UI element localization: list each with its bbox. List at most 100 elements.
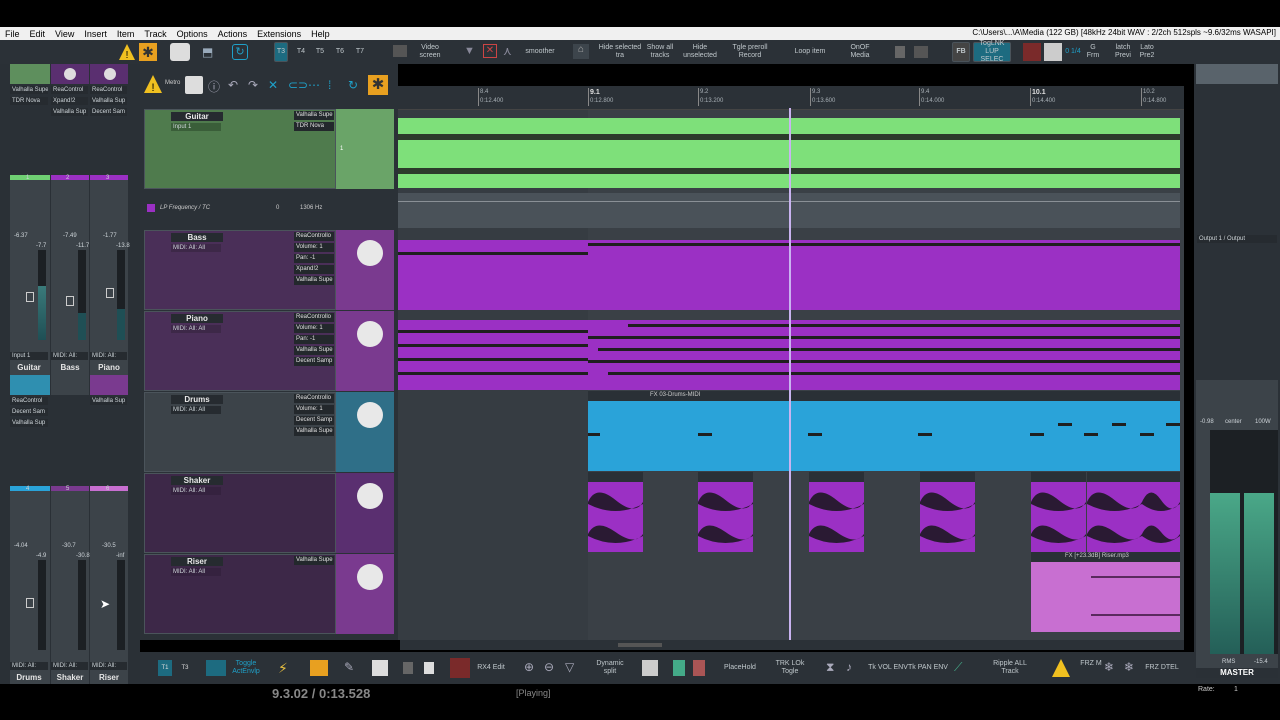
metro-label[interactable]: Metro bbox=[165, 80, 180, 86]
drums-item-header[interactable]: FX 03-Drums-MIDI bbox=[588, 391, 1180, 401]
track-name[interactable]: Guitar bbox=[171, 112, 223, 121]
mixer-fx-slot[interactable]: ReaControl bbox=[90, 86, 127, 94]
track-input[interactable]: MIDI: All: All bbox=[171, 568, 221, 576]
cursor-tool-icon[interactable]: ✕ bbox=[268, 78, 278, 92]
shaker-audio-item[interactable] bbox=[1142, 482, 1180, 552]
track-lock-toggle-button[interactable]: TRK LOk Togle bbox=[772, 660, 808, 676]
tab-t3-bottom[interactable]: T3 bbox=[178, 660, 192, 676]
fx-slot[interactable]: Valhalla Supe bbox=[294, 556, 334, 565]
tab-t4[interactable]: T4 bbox=[294, 42, 308, 62]
channel-name[interactable]: Guitar bbox=[10, 363, 48, 372]
fx-slot[interactable]: Valhalla Supe bbox=[294, 346, 334, 355]
filter-icon[interactable]: ▽ bbox=[565, 660, 574, 674]
riser-audio-item[interactable] bbox=[1031, 562, 1180, 632]
fx-slot[interactable]: Volume: 1 bbox=[294, 324, 334, 333]
fx-slot[interactable]: Valhalla Supe bbox=[294, 111, 334, 120]
ripple-all-tracks-button[interactable]: Ripple ALL Track bbox=[988, 660, 1032, 676]
snowflake-icon[interactable]: ❄ bbox=[1124, 660, 1134, 674]
menu-options[interactable]: Options bbox=[172, 29, 213, 39]
shaker-item-header[interactable] bbox=[1142, 472, 1180, 482]
playhead-cursor[interactable] bbox=[789, 108, 791, 640]
zoom-out-icon[interactable]: ⊖ bbox=[544, 660, 554, 674]
drums-midi-item[interactable] bbox=[588, 401, 1180, 471]
video-screen-button[interactable]: Video screen bbox=[414, 42, 446, 62]
rx4-edit-button[interactable]: RX4 Edit bbox=[474, 664, 508, 672]
hourglass-icon[interactable]: ⧗ bbox=[826, 660, 834, 675]
mixer-fx-slot[interactable]: Decent Sam bbox=[10, 408, 48, 416]
warning-icon[interactable]: ! bbox=[118, 43, 136, 61]
snap-icon[interactable]: ⁞ bbox=[328, 78, 331, 92]
hat-icon[interactable] bbox=[170, 43, 190, 61]
fx-slot[interactable]: Xpand!2 bbox=[294, 265, 334, 274]
unlock-icon[interactable] bbox=[424, 662, 434, 674]
image-icon[interactable] bbox=[206, 660, 226, 676]
lock-icon[interactable] bbox=[895, 46, 905, 58]
shaker-audio-item[interactable] bbox=[698, 482, 753, 552]
bars-icon[interactable] bbox=[310, 660, 328, 676]
link-icon[interactable]: ⊂⊃ bbox=[288, 78, 308, 92]
snowflake-icon[interactable]: ❄ bbox=[1104, 660, 1114, 674]
channel-name[interactable]: Piano bbox=[90, 363, 128, 372]
mixer-fx-slot[interactable]: Valhalla Supe bbox=[10, 86, 48, 94]
fx-slot[interactable]: Decent Samp bbox=[294, 357, 334, 366]
fx-slot[interactable]: Pan: -1 bbox=[294, 254, 334, 263]
mixer-fx-slot[interactable]: Valhalla Sup bbox=[51, 108, 88, 116]
fx-slot[interactable]: Volume: 1 bbox=[294, 243, 334, 252]
cut-icon[interactable] bbox=[1023, 43, 1041, 61]
fb-button[interactable]: FB bbox=[952, 42, 970, 62]
master-pan[interactable]: center bbox=[1225, 419, 1242, 425]
shaker-item-header[interactable] bbox=[698, 472, 753, 482]
menu-help[interactable]: Help bbox=[306, 29, 335, 39]
track-name[interactable]: Riser bbox=[171, 557, 223, 566]
shaker-item-header[interactable] bbox=[809, 472, 864, 482]
shaker-item-header[interactable] bbox=[588, 472, 643, 482]
smoother-button[interactable]: smoother bbox=[522, 42, 558, 62]
dynamic-split-button[interactable]: Dynamic split bbox=[592, 660, 628, 676]
loop-item-button[interactable]: Loop item bbox=[788, 42, 832, 62]
fx-slot[interactable]: Pan: -1 bbox=[294, 335, 334, 344]
toggle-preroll-button[interactable]: Tgle preroll Record bbox=[726, 42, 774, 62]
menu-file[interactable]: File bbox=[0, 29, 25, 39]
music-note-icon[interactable]: ♪ bbox=[846, 660, 852, 674]
loop-icon[interactable]: ↻ bbox=[232, 44, 248, 60]
fx-slot[interactable]: Valhalla Supe bbox=[294, 276, 334, 285]
track-shaker[interactable]: Shaker MIDI: All: All bbox=[144, 473, 336, 553]
home-icon[interactable]: ⌂ bbox=[573, 44, 589, 59]
mixer-fx-slot[interactable]: Valhalla Sup bbox=[90, 397, 127, 405]
tab-t1[interactable]: T1 bbox=[158, 660, 172, 676]
filter-icon[interactable]: ▼ bbox=[464, 45, 475, 57]
freeze-delete-button[interactable]: FRZ DTEL bbox=[1142, 664, 1182, 672]
star-icon[interactable]: ✱ bbox=[139, 43, 157, 61]
channel-input[interactable]: MIDI: All: bbox=[90, 352, 127, 360]
channel-name[interactable]: Shaker bbox=[51, 673, 89, 682]
track-input[interactable]: MIDI: All: All bbox=[171, 487, 221, 495]
delete-icon[interactable]: ✕ bbox=[483, 44, 497, 58]
tab-t5[interactable]: T5 bbox=[313, 42, 327, 62]
shaker-item-header[interactable] bbox=[1031, 472, 1086, 482]
master-label[interactable]: MASTER bbox=[1196, 668, 1278, 678]
mixer-fx-slot[interactable]: ReaControl bbox=[51, 86, 88, 94]
menu-track[interactable]: Track bbox=[139, 29, 171, 39]
fx-slot[interactable]: Valhalla Supe bbox=[294, 427, 334, 436]
asterisk-icon[interactable]: ✱ bbox=[368, 75, 388, 95]
tab-t3[interactable]: T3 bbox=[274, 42, 288, 62]
menu-insert[interactable]: Insert bbox=[79, 29, 112, 39]
mixer-fx-slot[interactable]: ReaControl bbox=[10, 397, 48, 405]
fader-handle[interactable] bbox=[26, 598, 34, 608]
routing-icon[interactable] bbox=[673, 660, 685, 676]
envelope-value[interactable]: 0 bbox=[276, 205, 279, 211]
mixer-fx-slot[interactable]: Valhalla Sup bbox=[10, 419, 48, 427]
tab-t6[interactable]: T6 bbox=[333, 42, 347, 62]
master-top-strip[interactable] bbox=[1196, 64, 1278, 84]
toglnk-button[interactable]: TogLNK LUP SELEC bbox=[973, 40, 1011, 63]
channel-name[interactable]: Bass bbox=[51, 363, 89, 372]
fx-slot[interactable]: TDR Nova bbox=[294, 122, 334, 131]
mixer-strip-top-drums[interactable] bbox=[10, 375, 50, 395]
mixer-strip-top-riser[interactable] bbox=[90, 375, 128, 395]
track-name[interactable]: Shaker bbox=[171, 476, 223, 485]
lato-pre2-button[interactable]: Lato Pre2 bbox=[1134, 42, 1160, 62]
envelope-icon[interactable]: ⟋ bbox=[954, 660, 962, 675]
onoff-media-button[interactable]: OnOF Media bbox=[844, 42, 876, 62]
curve-icon[interactable]: ⋏ bbox=[503, 44, 512, 58]
shaker-audio-item[interactable] bbox=[1087, 482, 1142, 552]
